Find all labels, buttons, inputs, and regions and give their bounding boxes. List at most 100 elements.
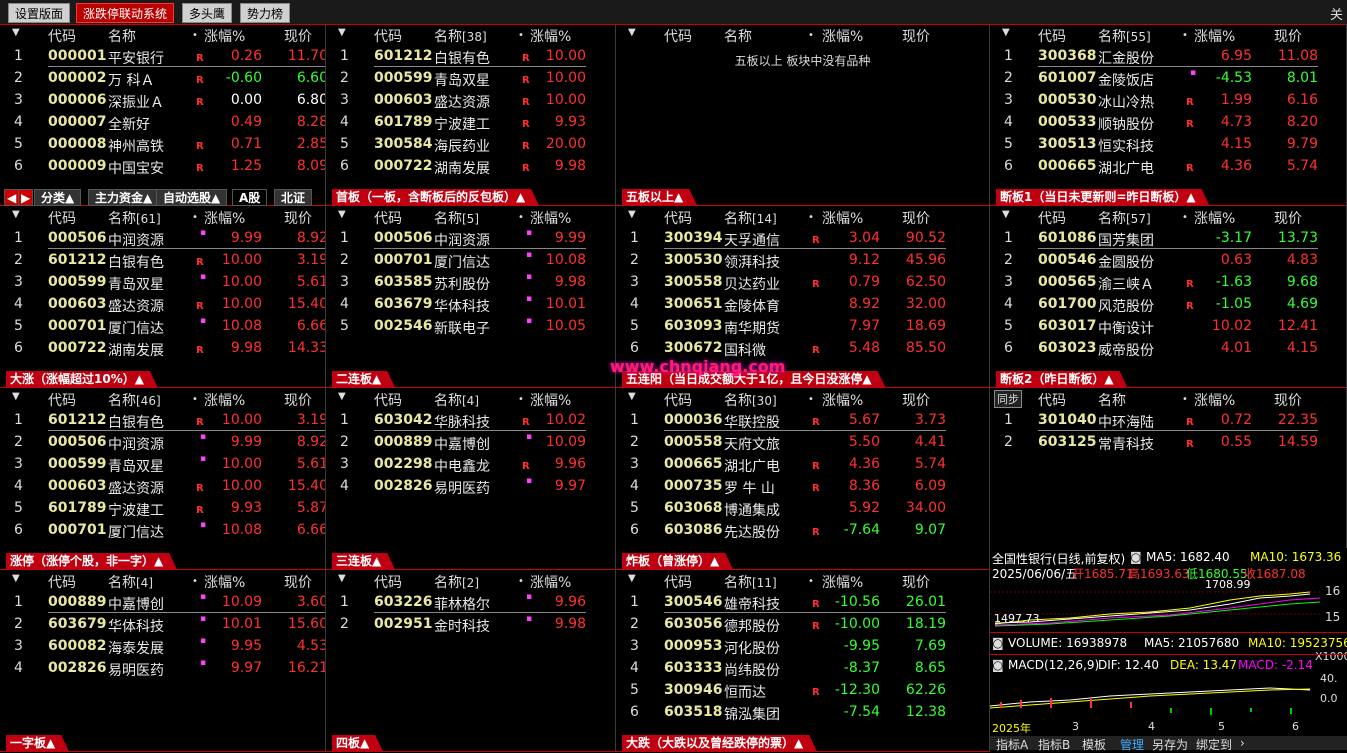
- panel-footer-tab[interactable]: 一字板▲: [6, 735, 69, 752]
- tab-layout-settings[interactable]: 设置版面: [8, 3, 71, 23]
- col-header-name[interactable]: 名称[30]: [724, 390, 777, 410]
- col-header-price[interactable]: 现价: [902, 572, 930, 592]
- table-row[interactable]: 3 000006 深振业Ａ R 0.00 6.80: [0, 90, 325, 112]
- stock-code[interactable]: 601007: [1038, 70, 1096, 86]
- sort-icon[interactable]: ▼: [628, 27, 636, 38]
- stock-name[interactable]: 白银有色: [108, 412, 164, 432]
- col-header-name[interactable]: 名称[55]: [1098, 26, 1151, 46]
- stock-name[interactable]: 青岛双星: [434, 70, 490, 90]
- col-header-price[interactable]: 现价: [284, 390, 312, 410]
- panel-footer-tab[interactable]: 断板1（当日未更新则=昨日断板）▲: [996, 189, 1210, 206]
- table-row[interactable]: 3 600082 海泰发展 ▪ 9.95 4.53: [0, 636, 325, 658]
- col-header-code[interactable]: 代码: [374, 572, 402, 592]
- stock-name[interactable]: 湖南发展: [108, 340, 164, 360]
- stock-code[interactable]: 000603: [374, 92, 432, 108]
- col-header-name[interactable]: 名称: [1098, 390, 1126, 410]
- table-row[interactable]: 4 000007 全新好 0.49 8.28: [0, 112, 325, 134]
- col-header-chg[interactable]: 涨幅%: [204, 572, 245, 592]
- table-row[interactable]: 1 300394 天孚通信 R 3.04 90.52: [616, 228, 989, 250]
- stock-code[interactable]: 601789: [374, 114, 432, 130]
- stock-code[interactable]: 000036: [664, 412, 722, 428]
- stock-name[interactable]: 厦门信达: [108, 318, 164, 338]
- tab-manage[interactable]: 管理: [1120, 736, 1144, 753]
- stock-name[interactable]: 盛达资源: [108, 478, 164, 498]
- stock-code[interactable]: 000701: [48, 522, 106, 538]
- stock-code[interactable]: 002826: [374, 478, 432, 494]
- col-header-chg[interactable]: 涨幅%: [822, 208, 863, 228]
- col-header-price[interactable]: 现价: [284, 572, 312, 592]
- stock-name[interactable]: 顺钠股份: [1098, 114, 1154, 134]
- stock-code[interactable]: 603017: [1038, 318, 1096, 334]
- table-row[interactable]: 2 000599 青岛双星 R 10.00: [326, 68, 615, 90]
- table-row[interactable]: 5 000008 神州高铁 R 0.71 2.85: [0, 134, 325, 156]
- table-row[interactable]: 4 000735 罗 牛 山 R 8.36 6.09: [616, 476, 989, 498]
- stock-code[interactable]: 000533: [1038, 114, 1096, 130]
- col-header-code[interactable]: 代码: [1038, 208, 1066, 228]
- sort-icon[interactable]: ▼: [338, 209, 346, 220]
- stock-code[interactable]: 000603: [48, 478, 106, 494]
- stock-name[interactable]: 深振业Ａ: [108, 92, 164, 112]
- table-row[interactable]: 1 601086 国芳集团 -3.17 13.73: [990, 228, 1346, 250]
- stock-code[interactable]: 300513: [1038, 136, 1096, 152]
- sort-icon[interactable]: ▼: [12, 391, 20, 402]
- table-row[interactable]: 5 300513 恒实科技 4.15 9.79: [990, 134, 1346, 156]
- stock-code[interactable]: 301040: [1038, 412, 1096, 428]
- stock-code[interactable]: 603679: [48, 616, 106, 632]
- stock-name[interactable]: 海泰发展: [108, 638, 164, 658]
- table-row[interactable]: 5 603068 博通集成 5.92 34.00: [616, 498, 989, 520]
- stock-name[interactable]: 中嘉博创: [108, 594, 164, 614]
- stock-code[interactable]: 601212: [374, 48, 432, 64]
- stock-code[interactable]: 002826: [48, 660, 106, 676]
- col-header-chg[interactable]: 涨幅%: [204, 26, 245, 46]
- col-header-price[interactable]: 现价: [1274, 208, 1302, 228]
- table-row[interactable]: 3 000603 盛达资源 R 10.00: [326, 90, 615, 112]
- stock-name[interactable]: 冰山冷热: [1098, 92, 1154, 112]
- panel-footer-tab[interactable]: 三连板▲: [332, 553, 395, 570]
- table-row[interactable]: 4 000533 顺钠股份 R 4.73 8.20: [990, 112, 1346, 134]
- col-header-code[interactable]: 代码: [1038, 390, 1066, 410]
- stock-code[interactable]: 000599: [374, 70, 432, 86]
- stock-name[interactable]: 中润资源: [108, 434, 164, 454]
- panel-footer-tab[interactable]: 炸板（曾涨停）▲: [622, 553, 733, 570]
- stock-name[interactable]: 平安银行: [108, 48, 164, 68]
- tab-limit-linkage[interactable]: 涨跌停联动系统: [76, 3, 175, 23]
- stock-name[interactable]: 汇金股份: [1098, 48, 1154, 68]
- stock-name[interactable]: 神州高铁: [108, 136, 164, 156]
- stock-code[interactable]: 603056: [664, 616, 722, 632]
- col-header-chg[interactable]: 涨幅%: [1194, 390, 1235, 410]
- table-row[interactable]: 3 603585 苏利股份 ▪ 9.98: [326, 272, 615, 294]
- sort-icon[interactable]: ▼: [12, 209, 20, 220]
- table-row[interactable]: 4 603679 华体科技 ▪ 10.01: [326, 294, 615, 316]
- col-header-code[interactable]: 代码: [374, 390, 402, 410]
- settings-icon[interactable]: ◙: [992, 636, 1004, 650]
- table-row[interactable]: 1 601212 白银有色 R 10.00: [326, 46, 615, 68]
- stock-code[interactable]: 000722: [48, 340, 106, 356]
- col-header-name[interactable]: 名称[14]: [724, 208, 777, 228]
- sort-icon[interactable]: ▼: [1002, 209, 1010, 220]
- table-row[interactable]: 2 603125 常青科技 R 0.55 14.59: [990, 432, 1346, 454]
- stock-name[interactable]: 厦门信达: [434, 252, 490, 272]
- stock-name[interactable]: 华脉科技: [434, 412, 490, 432]
- stock-code[interactable]: 603023: [1038, 340, 1096, 356]
- stock-name[interactable]: 中润资源: [108, 230, 164, 250]
- col-header-name[interactable]: 名称[2]: [434, 572, 479, 592]
- stock-code[interactable]: 000002: [48, 70, 106, 86]
- col-header-chg[interactable]: 涨幅%: [530, 208, 571, 228]
- table-row[interactable]: 2 000002 万 科Ａ R -0.60 6.60: [0, 68, 325, 90]
- category-button[interactable]: A股: [232, 189, 268, 206]
- table-row[interactable]: 4 601789 宁波建工 R 9.93: [326, 112, 615, 134]
- stock-code[interactable]: 000701: [374, 252, 432, 268]
- stock-name[interactable]: 渝三峡Ａ: [1098, 274, 1154, 294]
- col-header-chg[interactable]: 涨幅%: [822, 26, 863, 46]
- stock-name[interactable]: 湖北广电: [1098, 158, 1154, 178]
- stock-name[interactable]: 领湃科技: [724, 252, 780, 272]
- stock-code[interactable]: 601086: [1038, 230, 1096, 246]
- tab-indicator-a[interactable]: 指标A: [996, 736, 1028, 753]
- stock-name[interactable]: 中国宝安: [108, 158, 164, 178]
- sync-button[interactable]: 同步: [994, 390, 1022, 408]
- stock-name[interactable]: 湖南发展: [434, 158, 490, 178]
- table-row[interactable]: 6 603518 锦泓集团 -7.54 12.38: [616, 702, 989, 724]
- table-row[interactable]: 1 000506 中润资源 ▪ 9.99 8.92: [0, 228, 325, 250]
- col-header-code[interactable]: 代码: [48, 208, 76, 228]
- stock-code[interactable]: 000722: [374, 158, 432, 174]
